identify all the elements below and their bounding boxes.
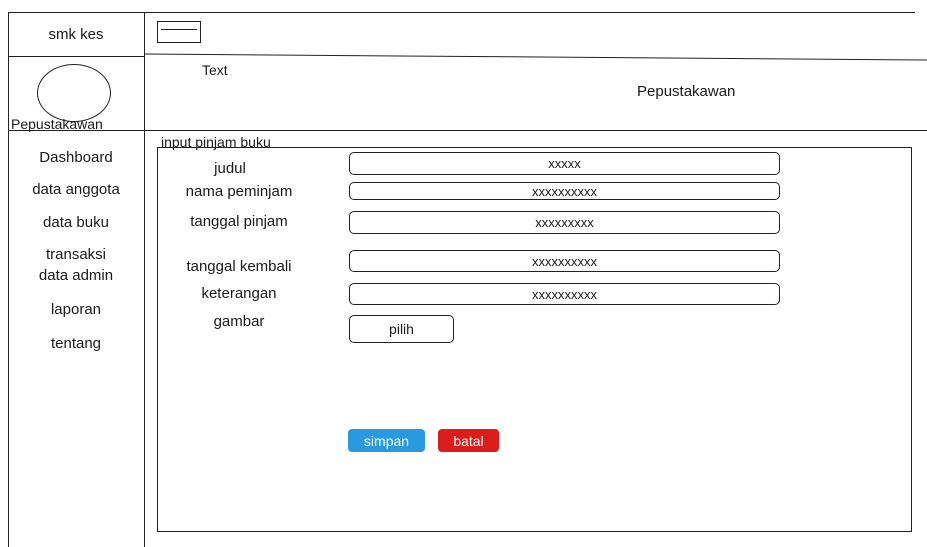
field-label-tanggal-kembali: tanggal kembali	[186, 258, 292, 275]
sidebar-divider	[144, 12, 145, 547]
sidebar-item-data-admin[interactable]: data admin	[8, 266, 144, 286]
keterangan-input[interactable]	[349, 283, 780, 305]
avatar[interactable]	[37, 64, 111, 122]
field-label-gambar: gambar	[213, 313, 265, 330]
cancel-button[interactable]: batal	[438, 429, 499, 452]
judul-input[interactable]	[349, 152, 780, 175]
tanggal-pinjam-input[interactable]	[349, 211, 780, 234]
sidebar-item-transaksi[interactable]: transaksi	[8, 245, 144, 265]
field-label-tanggal-pinjam: tanggal pinjam	[190, 213, 288, 230]
brand-divider	[8, 56, 145, 57]
sidebar-item-tentang[interactable]: tentang	[8, 334, 144, 354]
profile-label: Pepustakawan	[11, 116, 103, 132]
header-role: Pepustakawan	[637, 83, 736, 100]
tanggal-kembali-input[interactable]	[349, 250, 780, 272]
pick-image-button[interactable]: pilih	[349, 315, 454, 343]
sidebar-item-laporan[interactable]: laporan	[8, 300, 144, 320]
nama-peminjam-input[interactable]	[349, 182, 780, 200]
sidebar-item-data-anggota[interactable]: data anggota	[8, 180, 144, 200]
header-text: Text	[202, 62, 228, 78]
menu-icon[interactable]	[157, 21, 201, 43]
header-divider	[144, 53, 927, 61]
field-label-nama-peminjam: nama peminjam	[185, 183, 293, 200]
save-button[interactable]: simpan	[348, 429, 425, 452]
sidebar-item-dashboard[interactable]: Dashboard	[8, 148, 144, 168]
brand-name: smk kes	[48, 25, 104, 43]
profile-divider	[8, 130, 927, 131]
frame-top-right	[145, 12, 915, 13]
form-panel	[157, 147, 912, 532]
field-label-judul: judul	[214, 160, 246, 177]
field-label-keterangan: keterangan	[201, 285, 277, 302]
sidebar-item-data-buku[interactable]: data buku	[8, 213, 144, 233]
